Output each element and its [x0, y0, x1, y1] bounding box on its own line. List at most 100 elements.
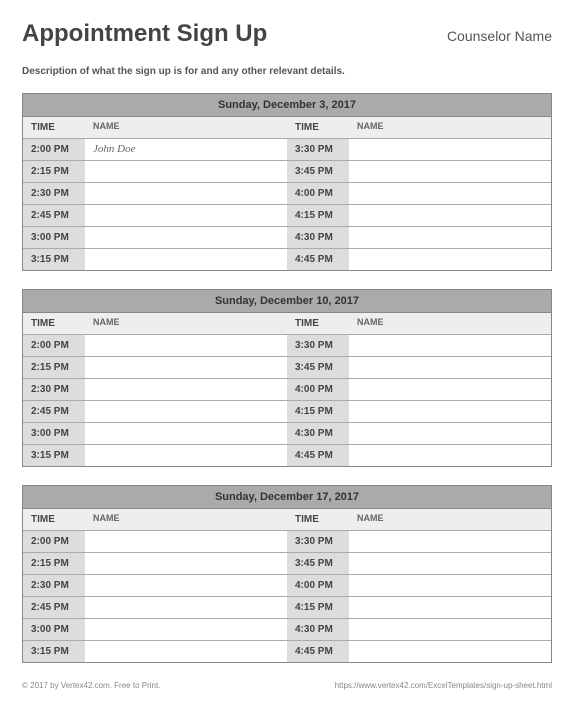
slot-name [85, 335, 287, 356]
footer-url: https://www.vertex42.com/ExcelTemplates/… [335, 681, 552, 690]
slot-name [85, 249, 287, 270]
description: Description of what the sign up is for a… [22, 66, 552, 77]
slot-row: 2:30 PM4:00 PM [23, 182, 551, 204]
column-header-name: NAME [349, 313, 551, 334]
slot-time: 4:45 PM [287, 445, 349, 466]
slot-name: John Doe [85, 139, 287, 160]
slot-name [85, 575, 287, 596]
slot-time: 2:00 PM [23, 531, 85, 552]
slot-time: 3:00 PM [23, 423, 85, 444]
slot-name [349, 641, 551, 662]
day-header: Sunday, December 10, 2017 [23, 290, 551, 313]
slot-time: 4:15 PM [287, 401, 349, 422]
slot-row: 3:00 PM 4:30 PM [23, 226, 551, 248]
slot-row: 2:45 PM 4:15 PM [23, 400, 551, 422]
slot-name [349, 183, 551, 204]
slot-time: 3:15 PM [23, 249, 85, 270]
slot-name [85, 445, 287, 466]
slot-time: 2:45 PM [23, 401, 85, 422]
slot-time: 3:30 PM [287, 531, 349, 552]
slot-row: 2:15 PM3:45 PM [23, 552, 551, 574]
slot-time: 3:45 PM [287, 161, 349, 182]
slot-name [349, 205, 551, 226]
slot-name [85, 641, 287, 662]
slot-name [85, 619, 287, 640]
slot-name [85, 597, 287, 618]
slot-name [85, 531, 287, 552]
slot-time: 2:00 PM [23, 139, 85, 160]
slot-time: 2:45 PM [23, 205, 85, 226]
slot-time: 3:00 PM [23, 619, 85, 640]
slot-name [349, 597, 551, 618]
column-header-time: TIME [23, 313, 85, 334]
slot-name [349, 227, 551, 248]
slot-name [349, 161, 551, 182]
slot-name [85, 161, 287, 182]
slot-name [349, 423, 551, 444]
column-header-name: NAME [349, 117, 551, 138]
slot-name [349, 531, 551, 552]
footer-copyright: © 2017 by Vertex42.com. Free to Print. [22, 681, 160, 690]
column-header-name: NAME [85, 313, 287, 334]
day-block: Sunday, December 3, 2017TIMENAMETIMENAME… [22, 93, 552, 271]
slot-time: 4:00 PM [287, 379, 349, 400]
slot-time: 4:00 PM [287, 183, 349, 204]
slot-row: 2:30 PM 4:00 PM [23, 378, 551, 400]
slot-name [349, 445, 551, 466]
slot-name [349, 139, 551, 160]
slot-time: 3:15 PM [23, 445, 85, 466]
slot-time: 4:15 PM [287, 205, 349, 226]
slot-row: 3:00 PM 4:30 PM [23, 422, 551, 444]
slot-name [85, 183, 287, 204]
slot-time: 2:15 PM [23, 553, 85, 574]
column-header-time: TIME [287, 117, 349, 138]
slot-name [349, 379, 551, 400]
slot-name [349, 335, 551, 356]
slot-time: 4:30 PM [287, 423, 349, 444]
day-header: Sunday, December 3, 2017 [23, 94, 551, 117]
column-header-row: TIMENAMETIMENAME [23, 313, 551, 334]
slot-time: 2:15 PM [23, 357, 85, 378]
column-header-time: TIME [287, 313, 349, 334]
slot-name [349, 575, 551, 596]
slot-time: 3:30 PM [287, 139, 349, 160]
slot-time: 3:00 PM [23, 227, 85, 248]
slot-row: 3:15 PM 4:45 PM [23, 444, 551, 466]
slot-name [349, 249, 551, 270]
slot-name [85, 401, 287, 422]
day-block: Sunday, December 17, 2017TIMENAMETIMENAM… [22, 485, 552, 663]
slot-time: 2:30 PM [23, 379, 85, 400]
slot-time: 4:15 PM [287, 597, 349, 618]
slot-row: 2:15 PM3:45 PM [23, 160, 551, 182]
slot-name [85, 205, 287, 226]
day-header: Sunday, December 17, 2017 [23, 486, 551, 509]
slot-time: 4:30 PM [287, 227, 349, 248]
slot-row: 2:00 PMJohn Doe3:30 PM [23, 138, 551, 160]
slot-time: 4:30 PM [287, 619, 349, 640]
slot-name [85, 227, 287, 248]
slot-name [349, 553, 551, 574]
slot-row: 2:00 PM 3:30 PM [23, 334, 551, 356]
slot-name [85, 553, 287, 574]
column-header-name: NAME [349, 509, 551, 530]
column-header-time: TIME [23, 509, 85, 530]
slot-row: 2:45 PM 4:15 PM [23, 204, 551, 226]
slot-time: 3:15 PM [23, 641, 85, 662]
column-header-row: TIMENAMETIMENAME [23, 509, 551, 530]
slot-row: 2:00 PM 3:30 PM [23, 530, 551, 552]
slot-time: 4:45 PM [287, 641, 349, 662]
slot-row: 2:45 PM 4:15 PM [23, 596, 551, 618]
column-header-name: NAME [85, 117, 287, 138]
slot-name [349, 357, 551, 378]
slot-name [85, 423, 287, 444]
slot-time: 2:45 PM [23, 597, 85, 618]
slot-name [85, 379, 287, 400]
slot-row: 3:15 PM4:45 PM [23, 248, 551, 270]
slot-time: 2:00 PM [23, 335, 85, 356]
column-header-name: NAME [85, 509, 287, 530]
column-header-row: TIMENAMETIMENAME [23, 117, 551, 138]
page-title: Appointment Sign Up [22, 20, 267, 48]
column-header-time: TIME [287, 509, 349, 530]
slot-name [85, 357, 287, 378]
slot-time: 3:30 PM [287, 335, 349, 356]
